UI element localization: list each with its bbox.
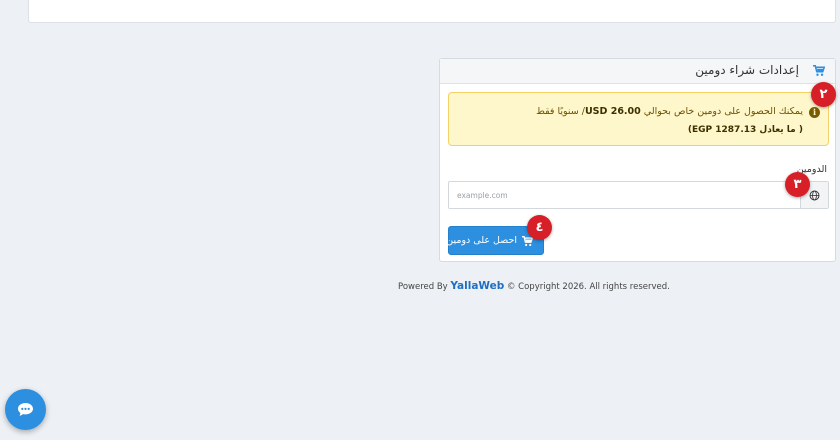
info-icon: i: [809, 107, 820, 118]
step-marker-2: ٢: [811, 82, 836, 107]
domain-purchase-card: إعدادات شراء دومين i يمكنك الحصول على دو…: [439, 58, 836, 262]
step-marker-3: ٣: [785, 172, 810, 197]
step-marker-4: ٤: [527, 215, 552, 240]
alert-price-line: يمكنك الحصول على دومين خاص بحوالي USD 26…: [536, 106, 803, 117]
card-header: إعدادات شراء دومين: [440, 59, 835, 84]
alert-price: USD 26.00: [584, 106, 641, 117]
alert-equivalent-line: ( ما يعادل EGP 1287.13): [687, 125, 803, 135]
alert-suffix: / سنويًا فقط: [536, 106, 585, 117]
footer-text: Powered By YallaWeb © Copyright 2026. Al…: [398, 280, 670, 292]
powered-by-text: Powered By: [398, 282, 448, 292]
domain-input[interactable]: [449, 182, 801, 208]
price-alert: i يمكنك الحصول على دومين خاص بحوالي USD …: [448, 92, 829, 146]
globe-icon: [809, 190, 820, 201]
domain-input-group: [448, 181, 829, 209]
copyright-text: © Copyright 2026. All rights reserved.: [506, 282, 670, 292]
alert-prefix: يمكنك الحصول على دومين خاص بحوالي: [643, 106, 803, 117]
chat-button[interactable]: [5, 389, 46, 430]
get-domain-button-label: احصل على دومين: [446, 235, 517, 246]
brand-link[interactable]: YallaWeb: [450, 280, 504, 292]
card-title: إعدادات شراء دومين: [695, 63, 799, 77]
chat-icon: [18, 403, 33, 416]
top-panel: [28, 0, 836, 23]
cart-icon: [813, 65, 825, 76]
